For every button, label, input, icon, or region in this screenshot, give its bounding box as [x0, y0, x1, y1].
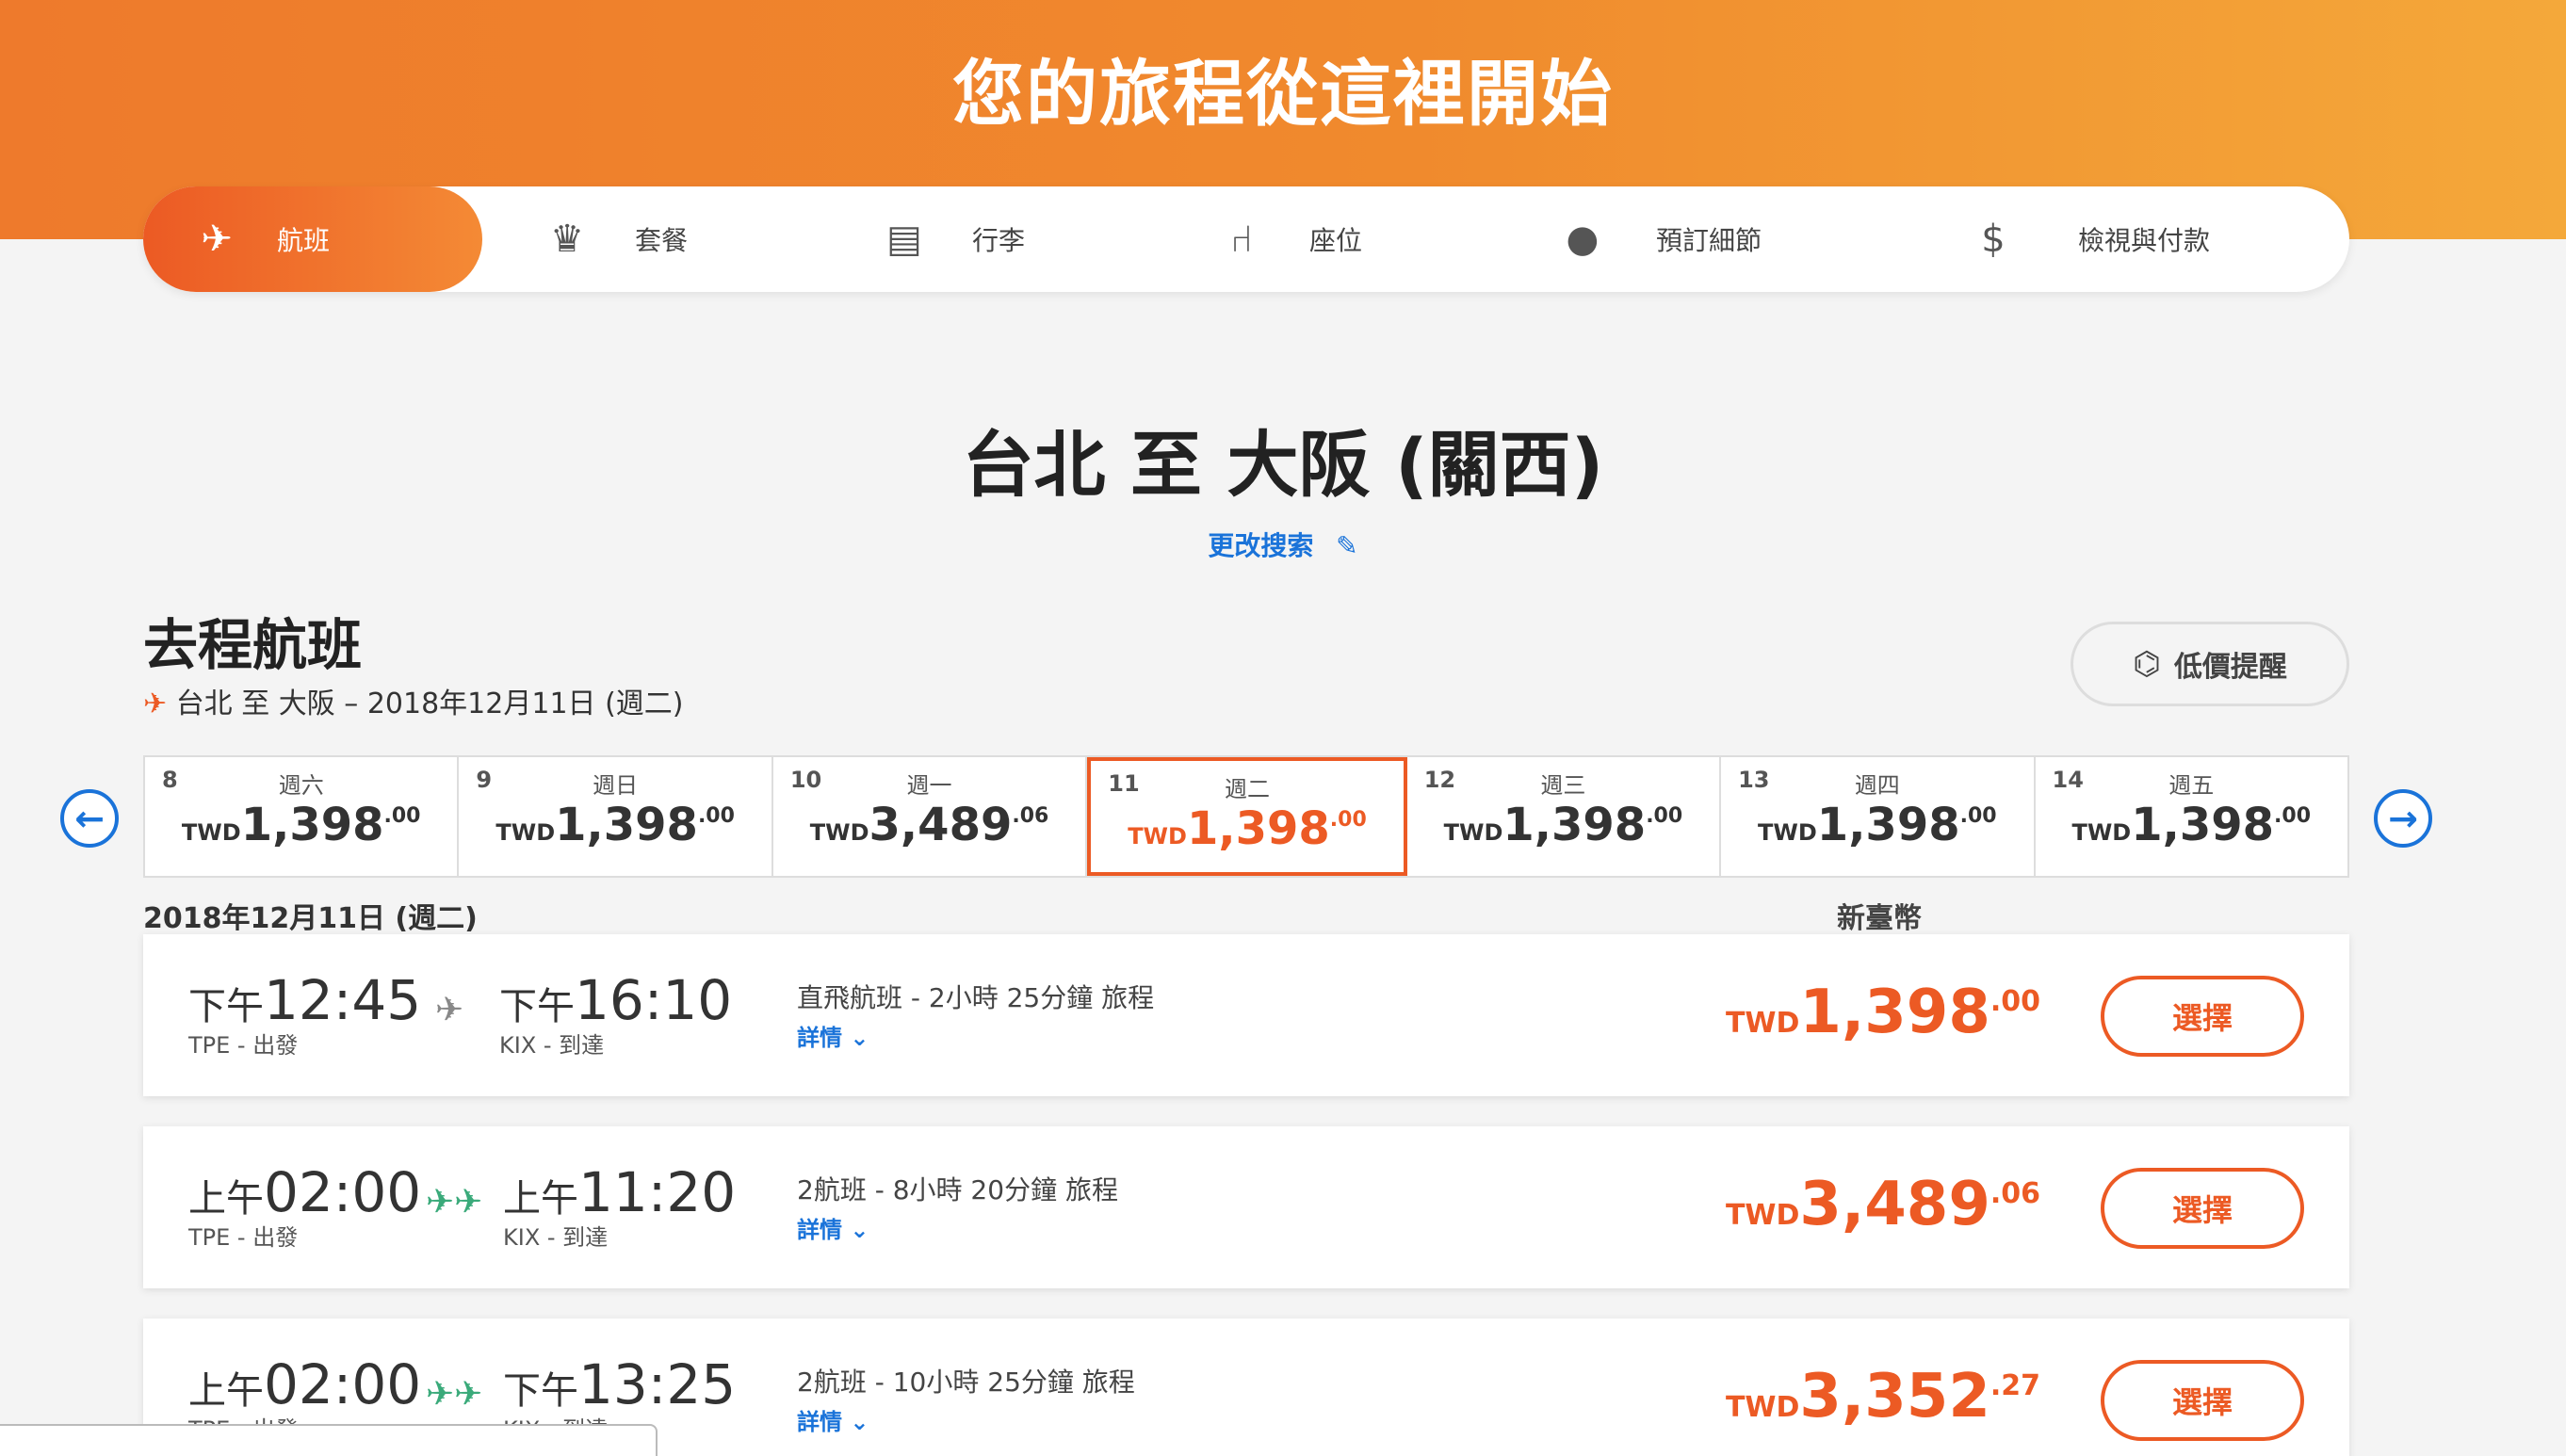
- step-label: 航班: [277, 225, 331, 256]
- hero-title: 您的旅程從這裡開始: [952, 52, 1614, 136]
- step-baggage[interactable]: ▤ 行李: [876, 186, 1025, 292]
- list-date: 2018年12月11日 (週二): [143, 902, 478, 935]
- date-price: TWD1,398.00: [1443, 799, 1683, 851]
- modify-search-link[interactable]: 更改搜索 ✎: [0, 526, 2566, 563]
- price-alert-button[interactable]: ⌬ 低價提醒: [2071, 622, 2349, 706]
- route-date: 台北 至 大阪 – 2018年12月11日 (週二): [175, 688, 684, 720]
- flight-summary: 直飛航班 - 2小時 25分鐘 旅程: [797, 982, 1155, 1013]
- currency-label: 新臺幣: [1837, 902, 1922, 935]
- details-link[interactable]: 詳情 ⌄: [797, 1403, 869, 1436]
- plane-icon: ✈: [201, 218, 233, 261]
- date-weekday: 週日: [593, 772, 639, 799]
- date-option[interactable]: 12 週三 TWD1,398.00: [1406, 757, 1722, 876]
- section-subtitle: ✈ 台北 至 大阪 – 2018年12月11日 (週二): [143, 680, 683, 721]
- details-link[interactable]: 詳情 ⌄: [797, 1019, 869, 1052]
- date-option[interactable]: 9 週日 TWD1,398.00: [459, 757, 773, 876]
- date-option[interactable]: 10 週一 TWD3,489.06: [772, 757, 1088, 876]
- step-label: 套餐: [635, 225, 689, 256]
- arrival-time: 上午11:20: [503, 1160, 737, 1224]
- price-alert-label: 低價提醒: [2173, 651, 2287, 684]
- arrival-time: 下午13:25: [503, 1352, 737, 1416]
- direct-flight-icon: ✈: [435, 991, 464, 1029]
- step-seats[interactable]: ⑁ 座位: [1213, 186, 1362, 292]
- select-button[interactable]: 選擇: [2101, 976, 2304, 1057]
- departure-time: 下午12:45: [188, 968, 422, 1032]
- binoculars-icon: ⌬: [2133, 645, 2161, 683]
- flight-price: TWD3,352.27: [1725, 1362, 2040, 1432]
- step-review-payment[interactable]: $ 檢視與付款: [1965, 186, 2210, 292]
- date-option-selected[interactable]: 11 週二 TWD1,398.00: [1087, 757, 1407, 876]
- route-title: 台北 至 大阪 (關西): [962, 423, 1604, 507]
- dollar-icon: $: [1981, 218, 2006, 261]
- date-weekday: 週五: [2168, 772, 2215, 799]
- date-price: TWD1,398.00: [1758, 799, 1997, 851]
- date-price: TWD1,398.00: [1128, 802, 1367, 855]
- select-button[interactable]: 選擇: [2101, 1360, 2304, 1441]
- bottom-panel-edge: [0, 1424, 658, 1456]
- flight-summary: 2航班 - 8小時 20分鐘 旅程: [797, 1174, 1118, 1205]
- departure-airport: TPE - 出發: [188, 1224, 299, 1251]
- step-label: 預訂細節: [1656, 225, 1762, 256]
- arrow-right-icon: →: [2388, 798, 2418, 839]
- date-weekday: 週一: [906, 772, 952, 799]
- step-flights[interactable]: ✈ 航班: [143, 186, 482, 292]
- date-price: TWD3,489.06: [809, 799, 1049, 851]
- modify-search-label: 更改搜索: [1208, 530, 1314, 561]
- connecting-flight-icon: ✈✈: [426, 1375, 483, 1414]
- date-option[interactable]: 13 週四 TWD1,398.00: [1721, 757, 2036, 876]
- flight-price: TWD3,489.06: [1725, 1170, 2040, 1239]
- flight-card: 下午12:45 TPE - 出發 ✈ 下午16:10 KIX - 到達 直飛航班…: [143, 934, 2349, 1096]
- date-weekday: 週二: [1224, 776, 1270, 802]
- flight-summary: 2航班 - 10小時 25分鐘 旅程: [797, 1367, 1135, 1398]
- date-option[interactable]: 8 週六 TWD1,398.00: [145, 757, 460, 876]
- date-weekday: 週四: [1854, 772, 1900, 799]
- arrow-left-icon: ←: [74, 798, 105, 839]
- date-option[interactable]: 14 週五 TWD1,398.00: [2035, 757, 2347, 876]
- date-price: TWD1,398.00: [495, 799, 735, 851]
- select-button[interactable]: 選擇: [2101, 1168, 2304, 1249]
- date-weekday: 週六: [278, 772, 324, 799]
- next-dates-button[interactable]: →: [2374, 789, 2432, 848]
- arrival-time: 下午16:10: [499, 968, 733, 1032]
- date-price: TWD1,398.00: [2071, 799, 2312, 851]
- booking-steps: ✈ 航班 ♛ 套餐 ▤ 行李 ⑁ 座位 ● 預訂細節 $ 檢視與付款: [143, 186, 2349, 292]
- section-title: 去程航班: [143, 613, 363, 677]
- departure-time: 上午02:00: [188, 1160, 422, 1224]
- seat-icon: ⑁: [1230, 218, 1253, 261]
- user-icon: ●: [1566, 218, 1600, 261]
- details-link[interactable]: 詳情 ⌄: [797, 1211, 869, 1244]
- step-label: 行李: [972, 225, 1026, 256]
- step-booking-details[interactable]: ● 預訂細節: [1554, 186, 1762, 292]
- arrival-airport: KIX - 到達: [503, 1224, 609, 1251]
- pencil-icon: ✎: [1336, 530, 1358, 561]
- step-label: 檢視與付款: [2078, 225, 2211, 256]
- connecting-flight-icon: ✈✈: [426, 1183, 483, 1221]
- flight-price: TWD1,398.00: [1725, 978, 2040, 1047]
- arrival-airport: KIX - 到達: [499, 1032, 605, 1059]
- departure-airport: TPE - 出發: [188, 1032, 299, 1059]
- crown-icon: ♛: [550, 218, 584, 261]
- prev-dates-button[interactable]: ←: [60, 789, 119, 848]
- luggage-icon: ▤: [886, 218, 922, 261]
- step-packages[interactable]: ♛ 套餐: [539, 186, 688, 292]
- plane-icon: ✈: [143, 688, 168, 720]
- step-label: 座位: [1309, 225, 1363, 256]
- date-selector: 8 週六 TWD1,398.00 9 週日 TWD1,398.00 10 週一 …: [143, 755, 2349, 878]
- date-weekday: 週三: [1540, 772, 1586, 799]
- date-price: TWD1,398.00: [181, 799, 421, 851]
- flight-card: 上午02:00 TPE - 出發 ✈✈ 上午11:20 KIX - 到達 2航班…: [143, 1126, 2349, 1288]
- departure-time: 上午02:00: [188, 1352, 422, 1416]
